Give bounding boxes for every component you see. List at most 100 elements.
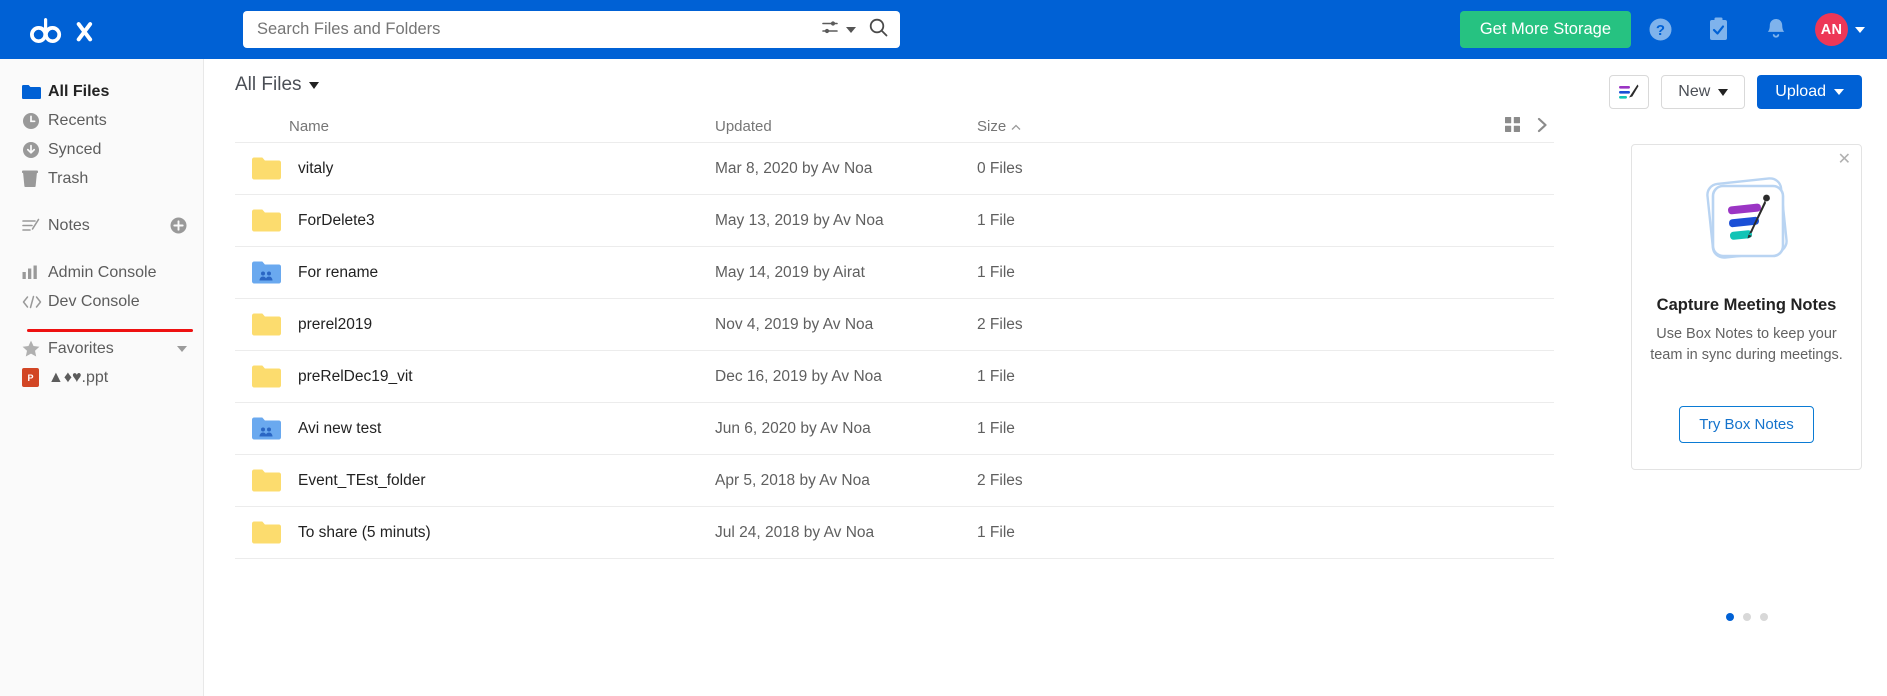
grid-view-icon[interactable] — [1505, 117, 1520, 136]
table-row[interactable]: prerel2019 Nov 4, 2019 by Av Noa 2 Files — [235, 299, 1554, 351]
new-caret-down-icon — [1718, 88, 1729, 96]
promo-title: Capture Meeting Notes — [1656, 296, 1837, 314]
file-size-cell: 0 Files — [977, 159, 1023, 177]
sidebar-item-synced[interactable]: Synced — [0, 135, 203, 164]
file-name-cell[interactable]: ForDelete3 — [235, 209, 715, 232]
folder-icon — [22, 84, 48, 100]
sidebar-favorite-file[interactable]: P ▲♦♥.ppt — [0, 363, 203, 392]
table-row[interactable]: Event_TEst_folder Apr 5, 2018 by Av Noa 2 … — [235, 455, 1554, 507]
file-name-cell[interactable]: prerel2019 — [235, 313, 715, 336]
sidebar-item-label: Dev Console — [48, 292, 140, 310]
file-name-label: ForDelete3 — [298, 211, 375, 229]
file-updated-cell: Jun 6, 2020 by Av Noa — [715, 419, 871, 437]
upload-button-label: Upload — [1775, 83, 1826, 100]
top-nav-actions: Get More Storage ? AN — [1459, 0, 1865, 59]
breadcrumb-caret-down-icon[interactable] — [308, 81, 319, 89]
main-content: All Files New Upload Name Updated Size v… — [204, 59, 1887, 696]
file-name-label: prerel2019 — [298, 315, 373, 333]
carousel-dot[interactable] — [1742, 613, 1751, 621]
file-name-cell[interactable]: To share (5 minuts) — [235, 521, 715, 544]
column-header-size-label: Size — [977, 118, 1007, 135]
caret-up-icon — [1011, 118, 1021, 135]
sidebar: All Files Recents Synced Trash Notes Adm… — [0, 59, 204, 696]
clock-icon — [22, 112, 48, 130]
chevron-right-icon[interactable] — [1537, 117, 1548, 137]
sidebar-item-label: Notes — [48, 216, 90, 234]
powerpoint-file-icon: P — [22, 368, 48, 387]
column-header-size[interactable]: Size — [977, 118, 1505, 135]
file-size-cell: 1 File — [977, 211, 1015, 229]
file-size-cell: 1 File — [977, 367, 1015, 385]
file-size-cell: 1 File — [977, 419, 1015, 437]
file-name-cell[interactable]: For rename — [235, 261, 715, 284]
folder-icon — [252, 365, 281, 388]
search-icon[interactable] — [869, 18, 888, 42]
file-name-label: Avi new test — [298, 419, 382, 437]
file-name-cell[interactable]: Event_TEst_folder — [235, 469, 715, 492]
filter-sliders-icon[interactable] — [822, 20, 839, 40]
carousel-dot[interactable] — [1759, 613, 1768, 621]
table-row[interactable]: preRelDec19_vit Dec 16, 2019 by Av Noa 1 F… — [235, 351, 1554, 403]
get-more-storage-button[interactable]: Get More Storage — [1459, 11, 1631, 48]
chevron-down-icon[interactable] — [177, 345, 187, 352]
file-name-label: vitaly — [298, 159, 334, 177]
new-button[interactable]: New — [1661, 75, 1746, 109]
sidebar-item-all-files[interactable]: All Files — [0, 77, 203, 106]
sidebar-item-admin-console[interactable]: Admin Console — [0, 258, 203, 287]
sidebar-item-recents[interactable]: Recents — [0, 106, 203, 135]
folder-icon — [252, 313, 281, 336]
file-updated-cell: Nov 4, 2019 by Av Noa — [715, 315, 874, 333]
try-box-notes-button[interactable]: Try Box Notes — [1679, 406, 1814, 444]
file-size-cell: 1 File — [977, 263, 1015, 281]
table-row[interactable]: For rename May 14, 2019 by Airat 1 File — [235, 247, 1554, 299]
new-button-label: New — [1678, 83, 1711, 100]
plus-circle-icon[interactable] — [170, 217, 187, 234]
folder-icon — [252, 157, 281, 180]
user-menu-chevron-down-icon[interactable] — [1855, 26, 1865, 33]
sidebar-item-trash[interactable]: Trash — [0, 164, 203, 193]
admin-console-highlight-annotation — [27, 329, 193, 332]
table-header-row: Name Updated Size — [235, 111, 1554, 143]
shared-folder-icon — [252, 261, 281, 284]
file-updated-cell: Jul 24, 2018 by Av Noa — [715, 523, 875, 541]
file-name-cell[interactable]: preRelDec19_vit — [235, 365, 715, 388]
file-name-label: To share (5 minuts) — [298, 523, 431, 541]
file-name-cell[interactable]: vitaly — [235, 157, 715, 180]
sidebar-divider-2 — [0, 240, 203, 258]
close-icon[interactable]: ✕ — [1838, 152, 1851, 168]
search-filter-chevron-down-icon[interactable] — [846, 26, 856, 33]
avatar[interactable]: AN — [1815, 13, 1848, 46]
upload-caret-down-icon — [1834, 89, 1844, 95]
upload-button[interactable]: Upload — [1757, 75, 1862, 109]
sidebar-item-label: Favorites — [48, 339, 114, 357]
svg-text:?: ? — [1655, 22, 1664, 39]
table-row[interactable]: vitaly Mar 8, 2020 by Av Noa 0 Files — [235, 143, 1554, 195]
table-row[interactable]: Avi new test Jun 6, 2020 by Av Noa 1 File — [235, 403, 1554, 455]
content-actions: New Upload — [1609, 75, 1862, 109]
box-logo[interactable] — [30, 13, 110, 47]
breadcrumb[interactable]: All Files — [235, 74, 302, 96]
sidebar-item-dev-console[interactable]: Dev Console — [0, 287, 203, 316]
column-header-name[interactable]: Name — [235, 118, 715, 135]
sidebar-section-favorites[interactable]: Favorites — [0, 334, 203, 363]
help-circle-icon[interactable]: ? — [1631, 0, 1689, 59]
box-notes-icon[interactable] — [1609, 75, 1650, 109]
file-updated-cell: Apr 5, 2018 by Av Noa — [715, 471, 870, 489]
box-notes-illustration — [1648, 158, 1845, 282]
bell-icon[interactable] — [1747, 0, 1805, 59]
user-menu[interactable]: AN — [1815, 13, 1865, 46]
carousel-dot[interactable] — [1725, 613, 1734, 621]
table-row[interactable]: To share (5 minuts) Jul 24, 2018 by Av No… — [235, 507, 1554, 559]
sidebar-item-notes[interactable]: Notes — [0, 211, 203, 240]
file-name-label: For rename — [298, 263, 379, 281]
bar-chart-icon — [22, 265, 48, 281]
search-input[interactable] — [257, 20, 822, 39]
folder-icon — [252, 469, 281, 492]
file-name-cell[interactable]: Avi new test — [235, 417, 715, 440]
clipboard-check-icon[interactable] — [1689, 0, 1747, 59]
search-bar[interactable] — [243, 11, 900, 48]
column-header-updated[interactable]: Updated — [715, 118, 977, 135]
table-row[interactable]: ForDelete3 May 13, 2019 by Av Noa 1 File — [235, 195, 1554, 247]
promo-description: Use Box Notes to keep your team in sync … — [1650, 326, 1843, 364]
file-updated-cell: May 14, 2019 by Airat — [715, 263, 865, 281]
